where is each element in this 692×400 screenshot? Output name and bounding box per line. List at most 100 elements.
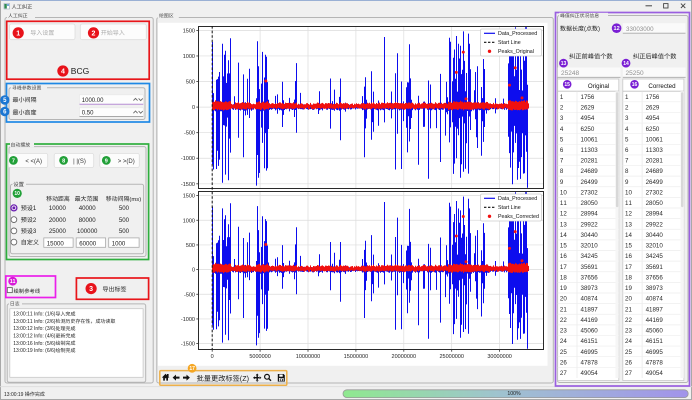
svg-text:44169: 44169	[646, 317, 664, 324]
svg-text:2: 2	[560, 105, 564, 112]
svg-text:20000: 20000	[49, 217, 67, 224]
svg-text:15000000: 15000000	[344, 354, 368, 360]
svg-text:Peaks_Original: Peaks_Original	[498, 49, 534, 55]
svg-text:47878: 47878	[581, 359, 599, 366]
svg-text:46995: 46995	[646, 349, 664, 356]
svg-text:30440: 30440	[581, 232, 599, 239]
svg-text:12: 12	[560, 211, 567, 218]
svg-text:13:00:19: 13:00:19	[4, 392, 25, 398]
svg-text:23: 23	[560, 328, 567, 335]
svg-text:16: 16	[625, 253, 632, 260]
svg-text:25250: 25250	[626, 70, 644, 77]
svg-text:80000: 80000	[79, 217, 97, 224]
svg-text:Peaks_Corrected: Peaks_Corrected	[498, 214, 539, 220]
svg-text:9: 9	[625, 179, 629, 186]
svg-text:3: 3	[625, 115, 629, 122]
svg-text:25000000: 25000000	[439, 354, 463, 360]
svg-text:45060: 45060	[646, 328, 664, 335]
svg-text:34245: 34245	[581, 253, 599, 260]
svg-text:16: 16	[632, 82, 638, 88]
svg-text:21: 21	[560, 306, 567, 313]
svg-text:13:00:12 Info: (4/6): 13:00:12 Info: (4/6)	[13, 334, 56, 340]
svg-text:6250: 6250	[581, 126, 595, 133]
svg-text:17: 17	[625, 264, 632, 271]
svg-text:10: 10	[14, 191, 20, 197]
svg-text:3: 3	[560, 115, 564, 122]
svg-text:500: 500	[186, 80, 195, 86]
svg-text:100%: 100%	[507, 391, 521, 397]
svg-text:7: 7	[560, 158, 564, 165]
svg-text:49054: 49054	[646, 370, 664, 377]
svg-text:44169: 44169	[581, 317, 599, 324]
svg-text:3: 3	[89, 286, 93, 293]
svg-text:13:00:16 Info: (5/6): 13:00:16 Info: (5/6)	[13, 341, 56, 347]
svg-text:29922: 29922	[646, 221, 664, 228]
svg-text:11303: 11303	[581, 147, 599, 154]
svg-text:12: 12	[614, 26, 620, 32]
svg-text:23: 23	[625, 328, 632, 335]
svg-text:500: 500	[119, 217, 130, 224]
svg-text:4: 4	[560, 126, 564, 133]
svg-text:2: 2	[625, 105, 629, 112]
svg-text:40000: 40000	[79, 205, 97, 212]
svg-text:-500: -500	[184, 131, 195, 137]
svg-text:11303: 11303	[646, 147, 664, 154]
svg-text:10: 10	[560, 189, 567, 196]
svg-text:1000: 1000	[112, 240, 126, 247]
svg-text:25000: 25000	[49, 228, 67, 235]
svg-text:8: 8	[560, 168, 564, 175]
svg-text:20: 20	[560, 296, 567, 303]
svg-text:25: 25	[560, 349, 567, 356]
svg-text:7: 7	[12, 158, 15, 164]
svg-text:-1500: -1500	[181, 182, 195, 188]
svg-text:0: 0	[192, 105, 195, 111]
svg-text:46995: 46995	[581, 349, 599, 356]
svg-text:10000000: 10000000	[296, 354, 320, 360]
svg-text:1500: 1500	[183, 194, 195, 200]
svg-text:46151: 46151	[581, 338, 599, 345]
svg-text:27302: 27302	[646, 189, 664, 196]
svg-text:18: 18	[625, 274, 632, 281]
svg-text:17: 17	[189, 366, 195, 372]
svg-text:38973: 38973	[646, 285, 664, 292]
svg-text:0: 0	[211, 354, 214, 360]
svg-text:25248: 25248	[561, 70, 579, 77]
svg-text:-500: -500	[184, 292, 195, 298]
svg-text:41897: 41897	[581, 306, 599, 313]
svg-text:1756: 1756	[646, 94, 660, 101]
svg-text:Corrected: Corrected	[648, 83, 676, 90]
svg-text:1000.00: 1000.00	[82, 98, 104, 104]
svg-text:32010: 32010	[646, 243, 664, 250]
svg-text:21: 21	[625, 306, 632, 313]
svg-text:0: 0	[192, 268, 195, 274]
svg-text:14: 14	[625, 232, 632, 239]
svg-text:4: 4	[625, 126, 629, 133]
svg-text:13: 13	[560, 221, 567, 228]
svg-text:11: 11	[10, 279, 16, 285]
svg-text:15: 15	[564, 82, 570, 88]
svg-text:24: 24	[625, 338, 632, 345]
svg-text:13:00:19 Info: (6/6): 13:00:19 Info: (6/6)	[13, 348, 56, 354]
svg-text:1756: 1756	[581, 94, 595, 101]
svg-text:26: 26	[560, 359, 567, 366]
svg-text:2: 2	[92, 30, 96, 37]
svg-text:29922: 29922	[581, 221, 599, 228]
svg-text:16: 16	[560, 253, 567, 260]
svg-text:38973: 38973	[581, 285, 599, 292]
svg-text:35691: 35691	[646, 264, 664, 271]
svg-text:| |(S): | |(S)	[73, 159, 86, 165]
svg-text:Original: Original	[588, 83, 609, 90]
svg-text:10000: 10000	[49, 205, 67, 212]
svg-text:19: 19	[560, 285, 567, 292]
svg-text:4954: 4954	[581, 115, 595, 122]
svg-text:1500: 1500	[183, 28, 195, 34]
svg-text:): )	[598, 27, 600, 33]
svg-text:5: 5	[625, 136, 629, 143]
svg-text:Data_Processed: Data_Processed	[498, 31, 537, 37]
svg-text:60000: 60000	[79, 240, 97, 247]
svg-text:24: 24	[560, 338, 567, 345]
svg-text:22: 22	[625, 317, 632, 324]
svg-text:11: 11	[560, 200, 567, 207]
svg-text:5000000: 5000000	[249, 354, 270, 360]
svg-text:13:00:12 Info: (3/6): 13:00:12 Info: (3/6)	[13, 326, 56, 332]
